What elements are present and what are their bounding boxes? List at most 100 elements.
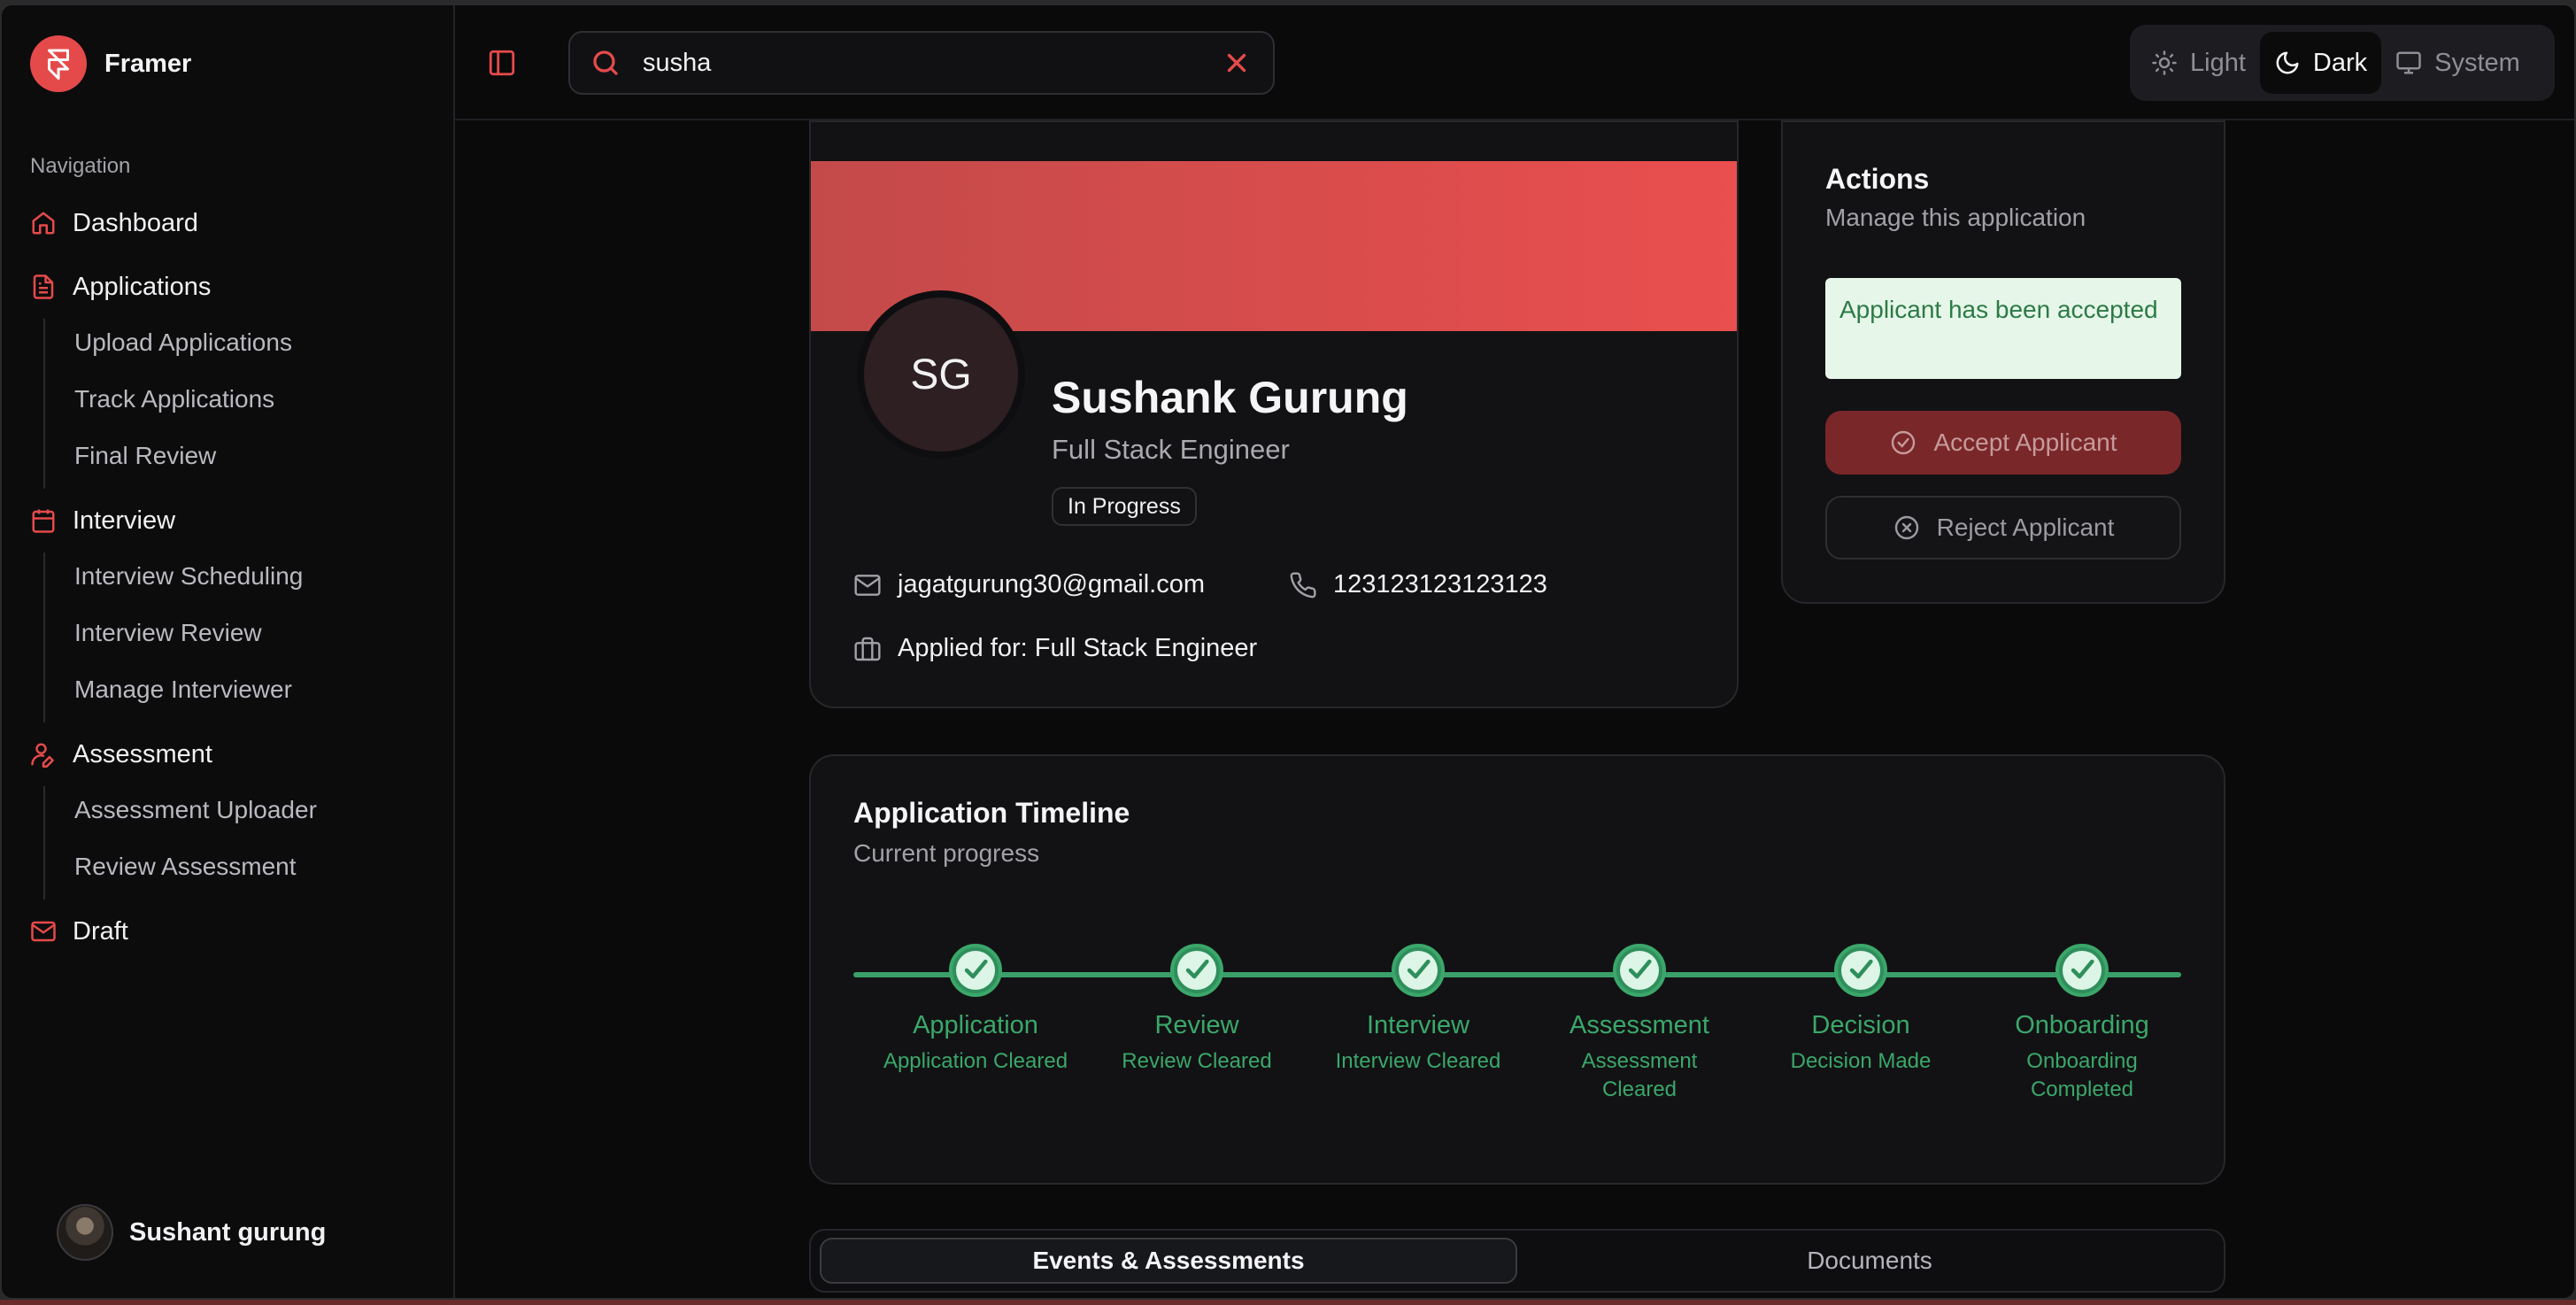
search-input[interactable]: [643, 48, 1222, 78]
theme-label: Dark: [2312, 48, 2368, 77]
sidebar-subitem-interview-scheduling[interactable]: Interview Scheduling: [74, 559, 303, 594]
subnav-divider: [43, 319, 45, 489]
home-icon: [32, 212, 55, 235]
check-circle-icon: [1892, 430, 1916, 455]
actions-subtitle: Manage this application: [1825, 204, 2086, 231]
framer-logo-icon: [30, 35, 87, 92]
step-description: Application Cleared: [883, 1049, 1068, 1073]
accept-label: Accept Applicant: [1933, 429, 2117, 456]
step-description: Interview Cleared: [1335, 1049, 1501, 1073]
search-icon: [593, 50, 618, 75]
timeline-subtitle: Current progress: [853, 839, 1040, 867]
step-complete-icon: [1392, 944, 1445, 997]
application-timeline-card: Application Timeline Current progress Ap…: [809, 754, 2225, 1185]
applicant-role: Full Stack Engineer: [1052, 434, 1290, 465]
actions-title: Actions: [1825, 163, 1930, 195]
avatar: SG: [857, 290, 1025, 459]
sidebar-subitem-interview-review[interactable]: Interview Review: [74, 615, 262, 651]
theme-label: Light: [2190, 48, 2246, 77]
brand-name: Framer: [104, 49, 192, 78]
applied-for-text: Applied for: Full Stack Engineer: [898, 634, 1258, 662]
brand[interactable]: Framer: [30, 35, 191, 92]
tab-events-assessments[interactable]: Events & Assessments: [820, 1238, 1517, 1284]
theme-label: System: [2434, 48, 2520, 77]
email-row: jagatgurung30@gmail.com: [853, 570, 1205, 599]
step-complete-icon: [2055, 944, 2109, 997]
sidebar-subitem-assessment-uploader[interactable]: Assessment Uploader: [74, 792, 317, 828]
subnav-divider: [43, 786, 45, 900]
sun-icon: [2152, 50, 2177, 75]
theme-option-dark[interactable]: Dark: [2259, 32, 2382, 94]
monitor-icon: [2396, 51, 2421, 74]
nav-heading: Navigation: [30, 154, 131, 178]
step-complete-icon: [949, 944, 1002, 997]
window-bottom-edge: [0, 1300, 2576, 1305]
timeline-step-decision: Decision Decision Made: [1763, 944, 1958, 1076]
step-description: Assessment Cleared: [1581, 1049, 1698, 1101]
profile-card: SG Sushank Gurung Full Stack Engineer In…: [809, 120, 1739, 708]
sidebar: Framer Navigation Dashboard Applications…: [2, 5, 455, 1298]
search-box: [568, 31, 1275, 95]
sidebar-item-dashboard[interactable]: Dashboard: [30, 204, 198, 243]
moon-icon: [2276, 51, 2299, 74]
sidebar-item-label: Interview: [73, 506, 176, 535]
timeline-step-assessment: Assessment Assessment Cleared: [1542, 944, 1737, 1104]
timeline-step-onboarding: Onboarding Onboarding Completed: [1985, 944, 2179, 1104]
timeline-step-review: Review Review Cleared: [1099, 944, 1294, 1076]
accepted-notice: Applicant has been accepted: [1825, 278, 2181, 379]
sidebar-toggle-icon: [489, 50, 515, 76]
sidebar-item-label: Dashboard: [73, 208, 198, 237]
timeline-step-interview: Interview Interview Cleared: [1321, 944, 1516, 1076]
close-icon[interactable]: [1222, 48, 1252, 78]
step-label: Interview: [1366, 1011, 1470, 1039]
user-pen-icon: [31, 743, 54, 768]
status-badge: In Progress: [1052, 487, 1197, 526]
theme-option-system[interactable]: System: [2381, 32, 2534, 94]
actions-card: Actions Manage this application Applican…: [1781, 120, 2225, 604]
applicant-phone[interactable]: 123123123123123: [1333, 570, 1547, 599]
app-window: Framer Navigation Dashboard Applications…: [0, 4, 2576, 1300]
step-description: Decision Made: [1790, 1049, 1932, 1073]
theme-switcher: Light Dark System: [2130, 25, 2555, 101]
timeline-title: Application Timeline: [853, 797, 1130, 829]
reject-applicant-button[interactable]: Reject Applicant: [1825, 496, 2181, 560]
applicant-name: Sushank Gurung: [1052, 373, 1408, 422]
sidebar-subitem-upload-applications[interactable]: Upload Applications: [74, 325, 292, 360]
sidebar-subitem-review-assessment[interactable]: Review Assessment: [74, 849, 297, 884]
phone-row: 123123123123123: [1289, 570, 1547, 599]
step-complete-icon: [1613, 944, 1666, 997]
step-complete-icon: [1170, 944, 1223, 997]
sidebar-subitem-final-review[interactable]: Final Review: [74, 438, 216, 474]
sidebar-subitem-track-applications[interactable]: Track Applications: [74, 382, 274, 417]
sidebar-item-label: Draft: [73, 916, 128, 946]
accept-applicant-button[interactable]: Accept Applicant: [1825, 411, 2181, 475]
detail-tabs: Events & Assessments Documents: [809, 1229, 2225, 1293]
sidebar-subitem-manage-interviewer[interactable]: Manage Interviewer: [74, 672, 292, 707]
reject-label: Reject Applicant: [1936, 514, 2115, 541]
phone-icon: [1290, 571, 1316, 598]
document-icon: [33, 274, 54, 299]
sidebar-item-draft[interactable]: Draft: [30, 912, 128, 951]
calendar-icon: [32, 509, 55, 533]
step-label: Onboarding: [2015, 1011, 2149, 1039]
step-label: Assessment: [1570, 1011, 1709, 1039]
theme-option-light[interactable]: Light: [2137, 32, 2260, 94]
sidebar-item-interview[interactable]: Interview: [30, 501, 175, 540]
tab-documents[interactable]: Documents: [1523, 1238, 2217, 1284]
user-profile[interactable]: Sushant gurung: [57, 1204, 326, 1261]
sidebar-item-applications[interactable]: Applications: [30, 267, 211, 306]
sidebar-item-label: Assessment: [73, 739, 212, 768]
sidebar-toggle-button[interactable]: [487, 48, 517, 78]
applicant-email[interactable]: jagatgurung30@gmail.com: [898, 570, 1205, 599]
step-label: Review: [1154, 1011, 1239, 1039]
mail-icon: [31, 921, 56, 942]
sidebar-item-assessment[interactable]: Assessment: [30, 735, 212, 774]
timeline-step-application: Application Application Cleared: [878, 944, 1073, 1076]
briefcase-icon: [854, 637, 881, 660]
sidebar-item-label: Applications: [73, 272, 212, 301]
step-complete-icon: [1834, 944, 1887, 997]
step-label: Application: [913, 1011, 1038, 1039]
x-circle-icon: [1894, 515, 1918, 540]
avatar: [57, 1204, 113, 1261]
top-bar: Light Dark System: [455, 5, 2574, 120]
